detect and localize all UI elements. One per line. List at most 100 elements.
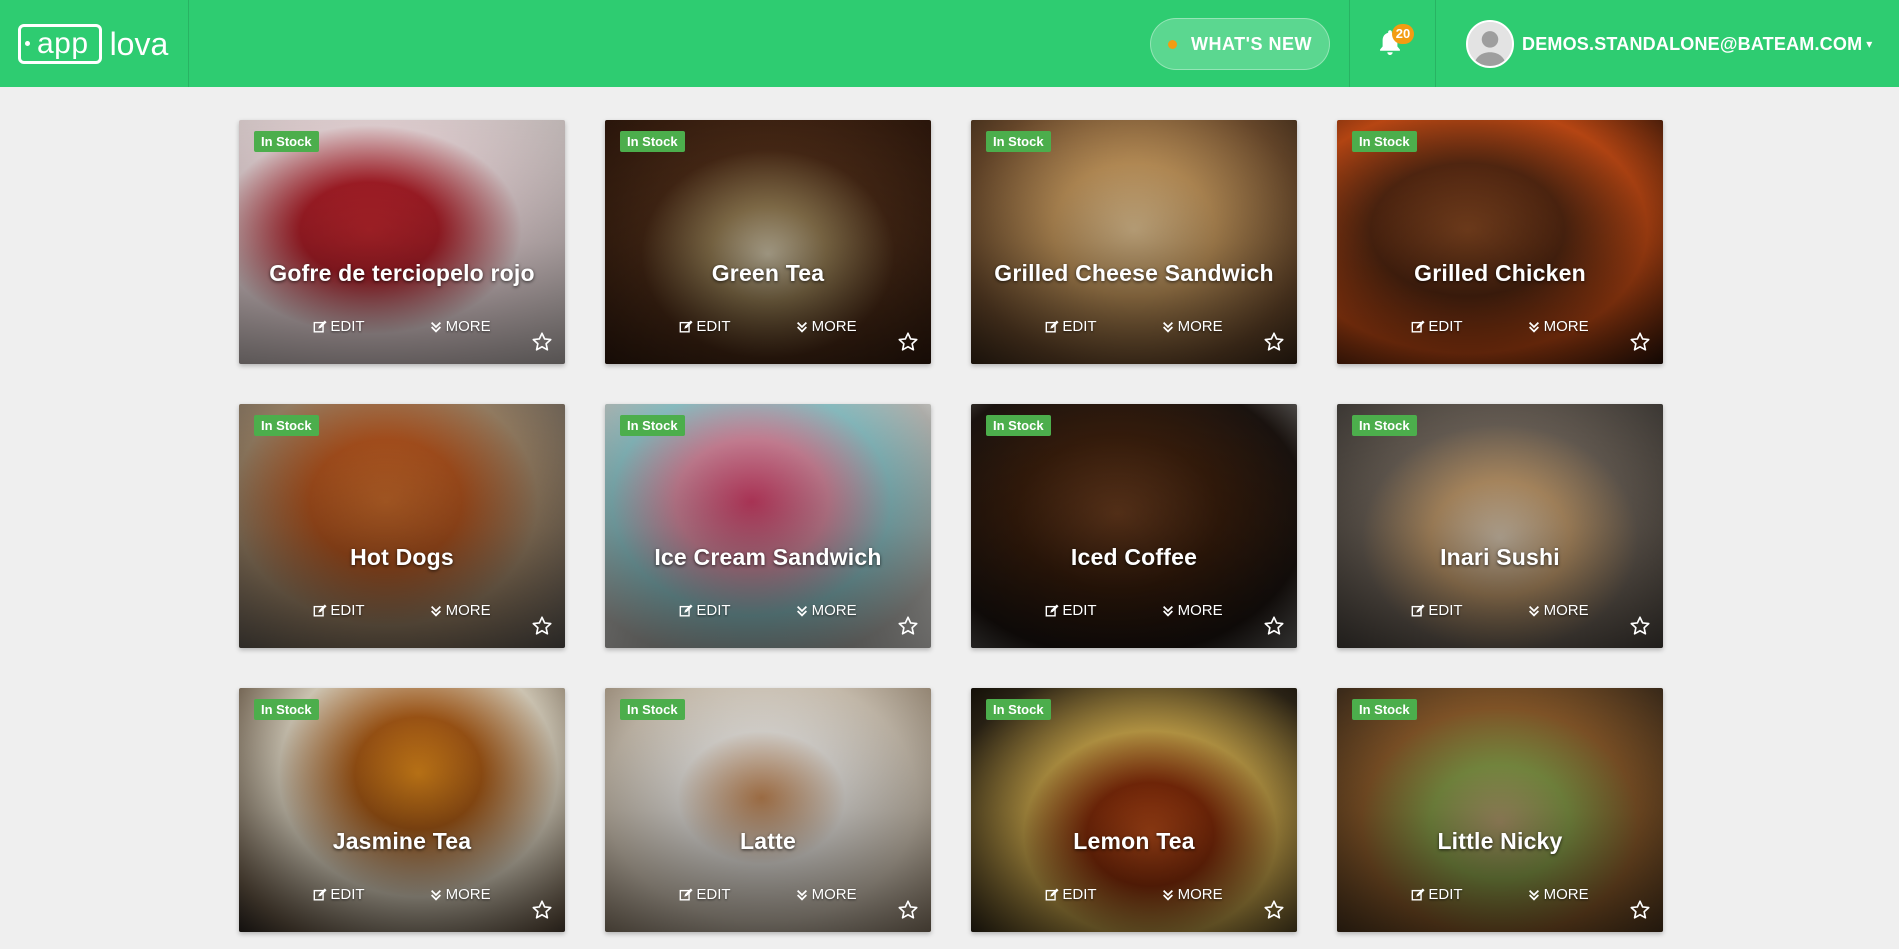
product-card[interactable]: In Stock Hot Dogs EDIT MORE [239,404,565,648]
product-card[interactable]: In Stock Lemon Tea EDIT MORE [971,688,1297,932]
card-actions: EDIT MORE [971,602,1297,619]
more-label: MORE [1543,318,1589,335]
product-name: Jasmine Tea [332,828,472,854]
edit-icon [1046,887,1059,901]
product-card[interactable]: In Stock Inari Sushi EDIT MORE [1337,404,1663,648]
more-button[interactable]: MORE [795,886,857,903]
double-chevron-down-icon [796,605,807,617]
edit-icon [1046,319,1059,333]
star-icon [532,900,552,919]
product-card[interactable]: In Stock Little Nicky EDIT MORE [1337,688,1663,932]
edit-icon [680,603,693,617]
edit-icon [680,319,693,333]
more-button[interactable]: MORE [429,886,491,903]
edit-button[interactable]: EDIT [1411,318,1463,335]
user-email: DEMOS.STANDALONE@BATEAM.COM [1522,33,1863,54]
double-chevron-down-icon [1162,321,1173,333]
product-card[interactable]: In Stock Latte EDIT MORE [605,688,931,932]
double-chevron-down-icon [1528,889,1539,901]
card-actions: EDIT MORE [239,318,565,335]
product-card[interactable]: In Stock Gofre de terciopelo rojo EDIT M… [239,120,565,364]
user-menu[interactable]: DEMOS.STANDALONE@BATEAM.COM ▾ [1466,19,1872,69]
notification-count-badge: 20 [1392,24,1414,44]
star-icon [1630,332,1650,351]
stock-badge: In Stock [620,699,685,720]
edit-button[interactable]: EDIT [313,602,365,619]
edit-button[interactable]: EDIT [1411,886,1463,903]
product-card[interactable]: In Stock Green Tea EDIT MORE [605,120,931,364]
product-card[interactable]: In Stock Grilled Chicken EDIT MORE [1337,120,1663,364]
product-name: Gofre de terciopelo rojo [269,260,535,286]
star-icon [1264,900,1284,919]
card-actions: EDIT MORE [605,602,931,619]
favorite-star-icon[interactable] [1263,899,1285,921]
edit-label: EDIT [330,318,365,335]
double-chevron-down-icon [1162,889,1173,901]
more-label: MORE [445,602,491,619]
more-button[interactable]: MORE [1527,602,1589,619]
product-card[interactable]: In Stock Ice Cream Sandwich EDIT MORE [605,404,931,648]
edit-button[interactable]: EDIT [1411,602,1463,619]
double-chevron-down-icon [430,605,441,617]
edit-button[interactable]: EDIT [313,886,365,903]
edit-button[interactable]: EDIT [1045,886,1097,903]
more-button[interactable]: MORE [429,602,491,619]
more-button[interactable]: MORE [1161,602,1223,619]
stock-badge: In Stock [986,699,1051,720]
header-divider [188,0,189,87]
favorite-star-icon[interactable] [1263,615,1285,637]
more-button[interactable]: MORE [1527,886,1589,903]
double-chevron-down-icon [430,321,441,333]
edit-icon [314,319,327,333]
more-label: MORE [811,318,857,335]
edit-button[interactable]: EDIT [1045,318,1097,335]
favorite-star-icon[interactable] [531,899,553,921]
product-name: Latte [740,828,796,854]
product-card[interactable]: In Stock Jasmine Tea EDIT MORE [239,688,565,932]
applova-logo[interactable]: app lova [18,24,168,64]
card-actions: EDIT MORE [1337,602,1663,619]
favorite-star-icon[interactable] [1629,899,1651,921]
whats-new-button[interactable]: WHAT'S NEW [1150,18,1330,70]
product-card[interactable]: In Stock Iced Coffee EDIT MORE [971,404,1297,648]
edit-icon [314,887,327,901]
favorite-star-icon[interactable] [531,615,553,637]
favorite-star-icon[interactable] [1629,615,1651,637]
product-name: Lemon Tea [1073,828,1195,854]
more-label: MORE [1177,602,1223,619]
more-button[interactable]: MORE [1161,318,1223,335]
star-icon [532,616,552,635]
card-actions: EDIT MORE [1337,886,1663,903]
star-icon [1264,332,1284,351]
edit-label: EDIT [696,318,731,335]
edit-button[interactable]: EDIT [679,318,731,335]
double-chevron-down-icon [430,889,441,901]
edit-button[interactable]: EDIT [1045,602,1097,619]
favorite-star-icon[interactable] [531,331,553,353]
more-button[interactable]: MORE [1161,886,1223,903]
stock-badge: In Stock [254,415,319,436]
edit-icon [314,603,327,617]
card-actions: EDIT MORE [971,318,1297,335]
logo-box: app [18,24,102,64]
product-card[interactable]: In Stock Grilled Cheese Sandwich EDIT MO… [971,120,1297,364]
edit-button[interactable]: EDIT [679,602,731,619]
more-button[interactable]: MORE [1527,318,1589,335]
edit-label: EDIT [1062,318,1097,335]
edit-button[interactable]: EDIT [679,886,731,903]
double-chevron-down-icon [1528,321,1539,333]
more-button[interactable]: MORE [795,318,857,335]
edit-button[interactable]: EDIT [313,318,365,335]
edit-icon [1412,319,1425,333]
favorite-star-icon[interactable] [1629,331,1651,353]
favorite-star-icon[interactable] [1263,331,1285,353]
more-button[interactable]: MORE [795,602,857,619]
favorite-star-icon[interactable] [897,615,919,637]
favorite-star-icon[interactable] [897,899,919,921]
favorite-star-icon[interactable] [897,331,919,353]
notifications-button[interactable]: 20 [1376,24,1414,60]
product-grid: In Stock Gofre de terciopelo rojo EDIT M… [239,120,1663,932]
stock-badge: In Stock [986,415,1051,436]
more-button[interactable]: MORE [429,318,491,335]
stock-badge: In Stock [1352,415,1417,436]
